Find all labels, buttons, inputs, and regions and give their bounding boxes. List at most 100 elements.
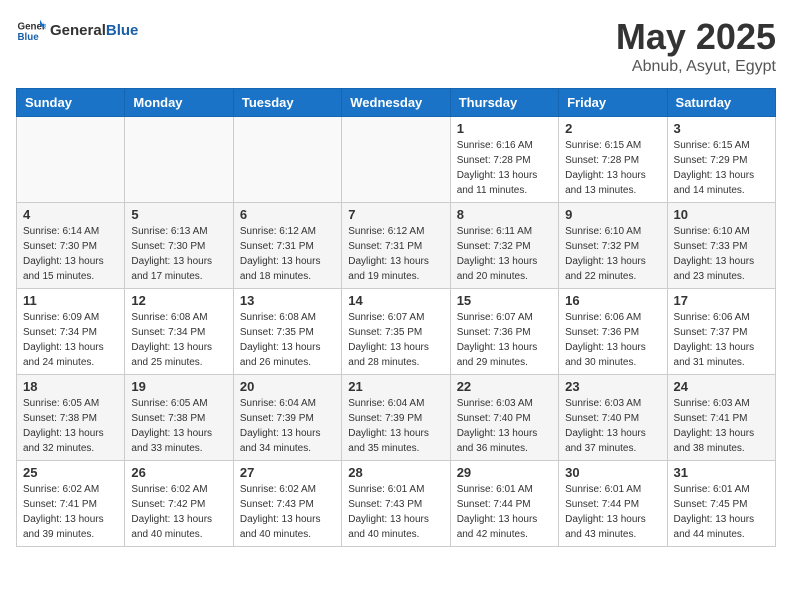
day-number: 18: [23, 379, 118, 394]
day-info: Sunrise: 6:03 AM Sunset: 7:40 PM Dayligh…: [457, 396, 552, 456]
calendar-week-row: 4Sunrise: 6:14 AM Sunset: 7:30 PM Daylig…: [17, 203, 776, 289]
day-number: 15: [457, 293, 552, 308]
day-info: Sunrise: 6:06 AM Sunset: 7:36 PM Dayligh…: [565, 310, 660, 370]
calendar-cell: 22 Sunrise: 6:03 AM Sunset: 7:40 PM Dayli…: [450, 375, 558, 461]
day-number: 29: [457, 465, 552, 480]
day-number: 8: [457, 207, 552, 222]
calendar-cell: 11Sunrise: 6:09 AM Sunset: 7:34 PM Dayli…: [17, 289, 125, 375]
weekday-header: Sunday: [17, 89, 125, 117]
calendar-week-row: 1Sunrise: 6:16 AM Sunset: 7:28 PM Daylig…: [17, 117, 776, 203]
calendar-cell: 20Sunrise: 6:04 AM Sunset: 7:39 PM Dayli…: [233, 375, 341, 461]
day-info: Sunrise: 6:08 AM Sunset: 7:35 PM Dayligh…: [240, 310, 335, 370]
day-number: 21: [348, 379, 443, 394]
calendar-week-row: 11Sunrise: 6:09 AM Sunset: 7:34 PM Dayli…: [17, 289, 776, 375]
day-number: 7: [348, 207, 443, 222]
day-number: 13: [240, 293, 335, 308]
calendar-cell: 12 Sunrise: 6:08 AM Sunset: 7:34 PM Dayli…: [125, 289, 233, 375]
calendar-cell: 6Sunrise: 6:12 AM Sunset: 7:31 PM Daylig…: [233, 203, 341, 289]
day-number: 22: [457, 379, 552, 394]
calendar-cell: 29 Sunrise: 6:01 AM Sunset: 7:44 PM Dayli…: [450, 461, 558, 547]
day-number: 11: [23, 293, 118, 308]
day-info: Sunrise: 6:08 AM Sunset: 7:34 PM Dayligh…: [131, 310, 226, 370]
day-info: Sunrise: 6:04 AM Sunset: 7:39 PM Dayligh…: [240, 396, 335, 456]
weekday-header: Wednesday: [342, 89, 450, 117]
calendar-cell: 31 Sunrise: 6:01 AM Sunset: 7:45 PM Dayli…: [667, 461, 775, 547]
day-number: 30: [565, 465, 660, 480]
day-number: 16: [565, 293, 660, 308]
day-number: 2: [565, 121, 660, 136]
weekday-header: Monday: [125, 89, 233, 117]
day-number: 24: [674, 379, 769, 394]
calendar-cell: 14 Sunrise: 6:07 AM Sunset: 7:35 PM Dayli…: [342, 289, 450, 375]
day-info: Sunrise: 6:07 AM Sunset: 7:36 PM Dayligh…: [457, 310, 552, 370]
day-info: Sunrise: 6:04 AM Sunset: 7:39 PM Dayligh…: [348, 396, 443, 456]
day-number: 9: [565, 207, 660, 222]
calendar-cell: 8 Sunrise: 6:11 AM Sunset: 7:32 PM Daylig…: [450, 203, 558, 289]
calendar-cell: 2Sunrise: 6:15 AM Sunset: 7:28 PM Daylig…: [559, 117, 667, 203]
calendar-header-row: SundayMondayTuesdayWednesdayThursdayFrid…: [17, 89, 776, 117]
day-number: 17: [674, 293, 769, 308]
day-info: Sunrise: 6:02 AM Sunset: 7:41 PM Dayligh…: [23, 482, 118, 542]
calendar-cell: 4Sunrise: 6:14 AM Sunset: 7:30 PM Daylig…: [17, 203, 125, 289]
calendar-cell: 28 Sunrise: 6:01 AM Sunset: 7:43 PM Dayli…: [342, 461, 450, 547]
day-number: 12: [131, 293, 226, 308]
day-info: Sunrise: 6:06 AM Sunset: 7:37 PM Dayligh…: [674, 310, 769, 370]
calendar-cell: 30 Sunrise: 6:01 AM Sunset: 7:44 PM Dayli…: [559, 461, 667, 547]
day-info: Sunrise: 6:01 AM Sunset: 7:44 PM Dayligh…: [565, 482, 660, 542]
calendar-cell: 9 Sunrise: 6:10 AM Sunset: 7:32 PM Daylig…: [559, 203, 667, 289]
calendar-cell: 5 Sunrise: 6:13 AM Sunset: 7:30 PM Daylig…: [125, 203, 233, 289]
weekday-header: Thursday: [450, 89, 558, 117]
calendar-cell: [342, 117, 450, 203]
calendar-cell: [17, 117, 125, 203]
svg-text:Blue: Blue: [18, 32, 40, 43]
day-info: Sunrise: 6:07 AM Sunset: 7:35 PM Dayligh…: [348, 310, 443, 370]
day-number: 25: [23, 465, 118, 480]
day-info: Sunrise: 6:05 AM Sunset: 7:38 PM Dayligh…: [23, 396, 118, 456]
day-info: Sunrise: 6:10 AM Sunset: 7:33 PM Dayligh…: [674, 224, 769, 284]
day-info: Sunrise: 6:01 AM Sunset: 7:45 PM Dayligh…: [674, 482, 769, 542]
day-info: Sunrise: 6:14 AM Sunset: 7:30 PM Dayligh…: [23, 224, 118, 284]
calendar-table: SundayMondayTuesdayWednesdayThursdayFrid…: [16, 88, 776, 547]
day-number: 31: [674, 465, 769, 480]
calendar-week-row: 18 Sunrise: 6:05 AM Sunset: 7:38 PM Dayli…: [17, 375, 776, 461]
page-header: General Blue GeneralBlue May 2025 Abnub,…: [16, 16, 776, 76]
day-number: 28: [348, 465, 443, 480]
day-number: 23: [565, 379, 660, 394]
day-info: Sunrise: 6:13 AM Sunset: 7:30 PM Dayligh…: [131, 224, 226, 284]
title-section: May 2025 Abnub, Asyut, Egypt: [616, 16, 776, 76]
calendar-cell: 3Sunrise: 6:15 AM Sunset: 7:29 PM Daylig…: [667, 117, 775, 203]
weekday-header: Tuesday: [233, 89, 341, 117]
day-info: Sunrise: 6:01 AM Sunset: 7:43 PM Dayligh…: [348, 482, 443, 542]
calendar-cell: 27Sunrise: 6:02 AM Sunset: 7:43 PM Dayli…: [233, 461, 341, 547]
day-number: 14: [348, 293, 443, 308]
calendar-cell: 7 Sunrise: 6:12 AM Sunset: 7:31 PM Daylig…: [342, 203, 450, 289]
day-info: Sunrise: 6:12 AM Sunset: 7:31 PM Dayligh…: [348, 224, 443, 284]
day-number: 1: [457, 121, 552, 136]
weekday-header: Saturday: [667, 89, 775, 117]
calendar-cell: [125, 117, 233, 203]
day-info: Sunrise: 6:01 AM Sunset: 7:44 PM Dayligh…: [457, 482, 552, 542]
day-number: 3: [674, 121, 769, 136]
day-number: 19: [131, 379, 226, 394]
calendar-cell: 19 Sunrise: 6:05 AM Sunset: 7:38 PM Dayli…: [125, 375, 233, 461]
calendar-cell: [233, 117, 341, 203]
day-info: Sunrise: 6:10 AM Sunset: 7:32 PM Dayligh…: [565, 224, 660, 284]
calendar-cell: 16 Sunrise: 6:06 AM Sunset: 7:36 PM Dayli…: [559, 289, 667, 375]
location-title: Abnub, Asyut, Egypt: [616, 58, 776, 76]
calendar-cell: 1Sunrise: 6:16 AM Sunset: 7:28 PM Daylig…: [450, 117, 558, 203]
calendar-cell: 18 Sunrise: 6:05 AM Sunset: 7:38 PM Dayli…: [17, 375, 125, 461]
day-number: 5: [131, 207, 226, 222]
calendar-cell: 10Sunrise: 6:10 AM Sunset: 7:33 PM Dayli…: [667, 203, 775, 289]
weekday-header: Friday: [559, 89, 667, 117]
calendar-cell: 26Sunrise: 6:02 AM Sunset: 7:42 PM Dayli…: [125, 461, 233, 547]
calendar-cell: 15 Sunrise: 6:07 AM Sunset: 7:36 PM Dayli…: [450, 289, 558, 375]
day-info: Sunrise: 6:05 AM Sunset: 7:38 PM Dayligh…: [131, 396, 226, 456]
day-info: Sunrise: 6:02 AM Sunset: 7:43 PM Dayligh…: [240, 482, 335, 542]
logo-icon: General Blue: [16, 16, 46, 46]
calendar-cell: 25 Sunrise: 6:02 AM Sunset: 7:41 PM Dayli…: [17, 461, 125, 547]
day-number: 26: [131, 465, 226, 480]
logo: General Blue GeneralBlue: [16, 16, 138, 46]
day-info: Sunrise: 6:03 AM Sunset: 7:40 PM Dayligh…: [565, 396, 660, 456]
day-info: Sunrise: 6:11 AM Sunset: 7:32 PM Dayligh…: [457, 224, 552, 284]
month-title: May 2025: [616, 16, 776, 58]
